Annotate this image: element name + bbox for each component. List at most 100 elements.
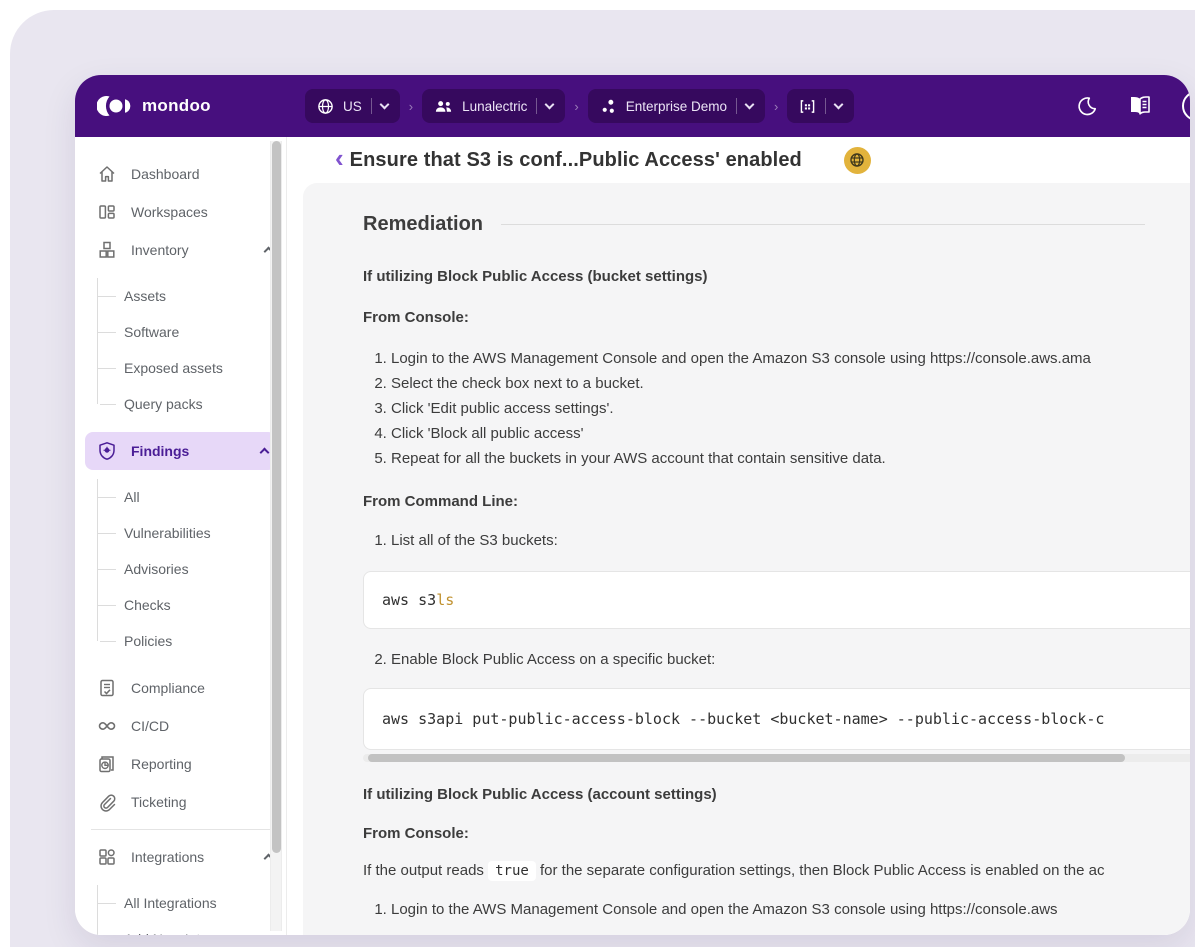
avatar[interactable] — [1182, 91, 1190, 121]
bucket-settings-heading: If utilizing Block Public Access (bucket… — [363, 268, 1190, 285]
header-actions — [1076, 91, 1190, 121]
breadcrumb-separator: › — [574, 99, 578, 114]
sidebar-item-vulnerabilities[interactable]: Vulnerabilities — [98, 515, 286, 551]
doc-check-icon — [97, 678, 117, 698]
breadcrumb: US › Lunalectric › — [305, 89, 854, 123]
code-keyword: ls — [436, 591, 454, 609]
org-label: Lunalectric — [462, 99, 527, 114]
sidebar-item-exposed-assets[interactable]: Exposed assets — [98, 350, 286, 386]
from-console-heading-2: From Console: — [363, 825, 1190, 842]
chevron-down-icon[interactable] — [745, 100, 755, 110]
sidebar-item-policies[interactable]: Policies — [98, 623, 286, 659]
chevron-down-icon[interactable] — [545, 100, 555, 110]
section-header: Remediation — [363, 213, 1145, 236]
output-paragraph: If the output reads true for the separat… — [363, 862, 1190, 879]
home-icon — [97, 164, 117, 184]
app-header: mondoo US › Lu — [75, 75, 1190, 137]
paragraph-text: for the separate configuration settings,… — [536, 862, 1105, 879]
sidebar-item-query-packs[interactable]: Query packs — [98, 386, 286, 422]
page-body: Remediation If utilizing Block Public Ac… — [303, 183, 1190, 935]
sidebar-item-advisories[interactable]: Advisories — [98, 551, 286, 587]
globe-icon — [317, 98, 334, 115]
sidebar-item-label: Software — [124, 324, 179, 340]
workspace-grid-icon — [799, 99, 816, 114]
list-item: Enable Block Public Access on a specific… — [391, 647, 1190, 672]
sidebar-item-label: Ticketing — [131, 794, 272, 810]
sidebar-item-checks[interactable]: Checks — [98, 587, 286, 623]
space-selector[interactable]: Enterprise Demo — [588, 89, 765, 123]
sidebar-item-label: Advisories — [124, 561, 189, 577]
sidebar-item-inventory[interactable]: Inventory — [75, 231, 286, 269]
workspace-selector[interactable] — [787, 89, 854, 123]
list-item: Repeat for all the buckets in your AWS a… — [391, 446, 1190, 471]
sidebar-item-label: Vulnerabilities — [124, 525, 211, 541]
code-block-put-public-access[interactable]: aws s3api put-public-access-block --buck… — [363, 688, 1190, 750]
region-label: US — [343, 99, 362, 114]
moon-icon[interactable] — [1076, 95, 1098, 117]
report-chart-icon — [97, 754, 117, 774]
chip-divider — [825, 98, 826, 114]
list-item: Login to the AWS Management Console and … — [391, 897, 1190, 922]
account-steps-list: Login to the AWS Management Console and … — [365, 897, 1190, 922]
from-cli-heading: From Command Line: — [363, 493, 1190, 510]
sidebar-item-workspaces[interactable]: Workspaces — [75, 193, 286, 231]
list-item: Select the check box next to a bucket. — [391, 371, 1190, 396]
chevron-down-icon[interactable] — [834, 100, 844, 110]
page-title-bar: ‹ Ensure that S3 is conf...Public Access… — [287, 137, 1190, 183]
breadcrumb-separator: › — [774, 99, 778, 114]
main-content: ‹ Ensure that S3 is conf...Public Access… — [287, 137, 1190, 935]
org-selector[interactable]: Lunalectric — [422, 89, 565, 123]
space-label: Enterprise Demo — [626, 99, 727, 114]
sidebar-item-ticketing[interactable]: Ticketing — [75, 783, 286, 821]
integrations-subitems: All Integrations Add New Integra — [97, 885, 286, 935]
code-text: aws s3api put-public-access-block --buck… — [382, 710, 1104, 728]
sidebar-item-label: All Integrations — [124, 895, 217, 911]
code-block-s3-ls[interactable]: aws s3 ls — [363, 571, 1190, 629]
sidebar-item-findings[interactable]: Findings — [85, 432, 276, 470]
paperclip-icon — [97, 792, 117, 812]
chip-divider — [536, 98, 537, 114]
region-selector[interactable]: US — [305, 89, 400, 123]
chip-divider — [371, 98, 372, 114]
sidebar-item-reporting[interactable]: Reporting — [75, 745, 286, 783]
sidebar-item-add-new-integration[interactable]: Add New Integra — [98, 921, 286, 935]
sidebar-item-label: Workspaces — [131, 204, 272, 220]
inventory-subitems: Assets Software Exposed assets Query pac… — [97, 278, 286, 422]
list-item: Login to the AWS Management Console and … — [391, 346, 1190, 371]
book-icon[interactable] — [1128, 95, 1152, 117]
chevron-down-icon[interactable] — [379, 100, 389, 110]
inline-code-true: true — [488, 861, 536, 881]
list-item: List all of the S3 buckets: — [391, 528, 1190, 553]
sidebar-item-all-integrations[interactable]: All Integrations — [98, 885, 286, 921]
sidebar: Dashboard Workspaces Inventory — [75, 137, 287, 935]
sidebar-item-label: Policies — [124, 633, 172, 649]
mondoo-logo[interactable]: mondoo — [75, 95, 287, 117]
sidebar-item-label: Inventory — [131, 242, 251, 258]
sidebar-item-label: Reporting — [131, 756, 272, 772]
chevron-up-icon[interactable] — [260, 448, 270, 458]
workspaces-icon — [97, 202, 117, 222]
section-title: Remediation — [363, 213, 483, 236]
horizontal-scrollbar-track[interactable] — [363, 754, 1190, 762]
sidebar-item-integrations[interactable]: Integrations — [75, 838, 286, 876]
sidebar-scrollbar-track[interactable] — [270, 141, 282, 931]
mondoo-logo-icon — [97, 95, 133, 117]
code-text: aws s3 — [382, 591, 436, 609]
sidebar-item-label: Checks — [124, 597, 171, 613]
sidebar-item-software[interactable]: Software — [98, 314, 286, 350]
sidebar-item-dashboard[interactable]: Dashboard — [75, 155, 286, 193]
globe-grid-icon — [849, 152, 865, 168]
mondoo-app-window: mondoo US › Lu — [75, 75, 1190, 935]
sidebar-item-assets[interactable]: Assets — [98, 278, 286, 314]
cli-steps-list: List all of the S3 buckets: — [365, 528, 1190, 553]
sidebar-item-all[interactable]: All — [98, 479, 286, 515]
sidebar-scrollbar-thumb[interactable] — [272, 141, 281, 853]
sidebar-item-label: Findings — [131, 443, 247, 459]
sidebar-item-label: CI/CD — [131, 718, 272, 734]
sidebar-item-compliance[interactable]: Compliance — [75, 669, 286, 707]
integrations-icon — [97, 847, 117, 867]
breadcrumb-separator: › — [409, 99, 413, 114]
horizontal-scrollbar-thumb[interactable] — [368, 754, 1125, 762]
sidebar-item-cicd[interactable]: CI/CD — [75, 707, 286, 745]
back-button[interactable]: ‹ — [335, 145, 344, 171]
